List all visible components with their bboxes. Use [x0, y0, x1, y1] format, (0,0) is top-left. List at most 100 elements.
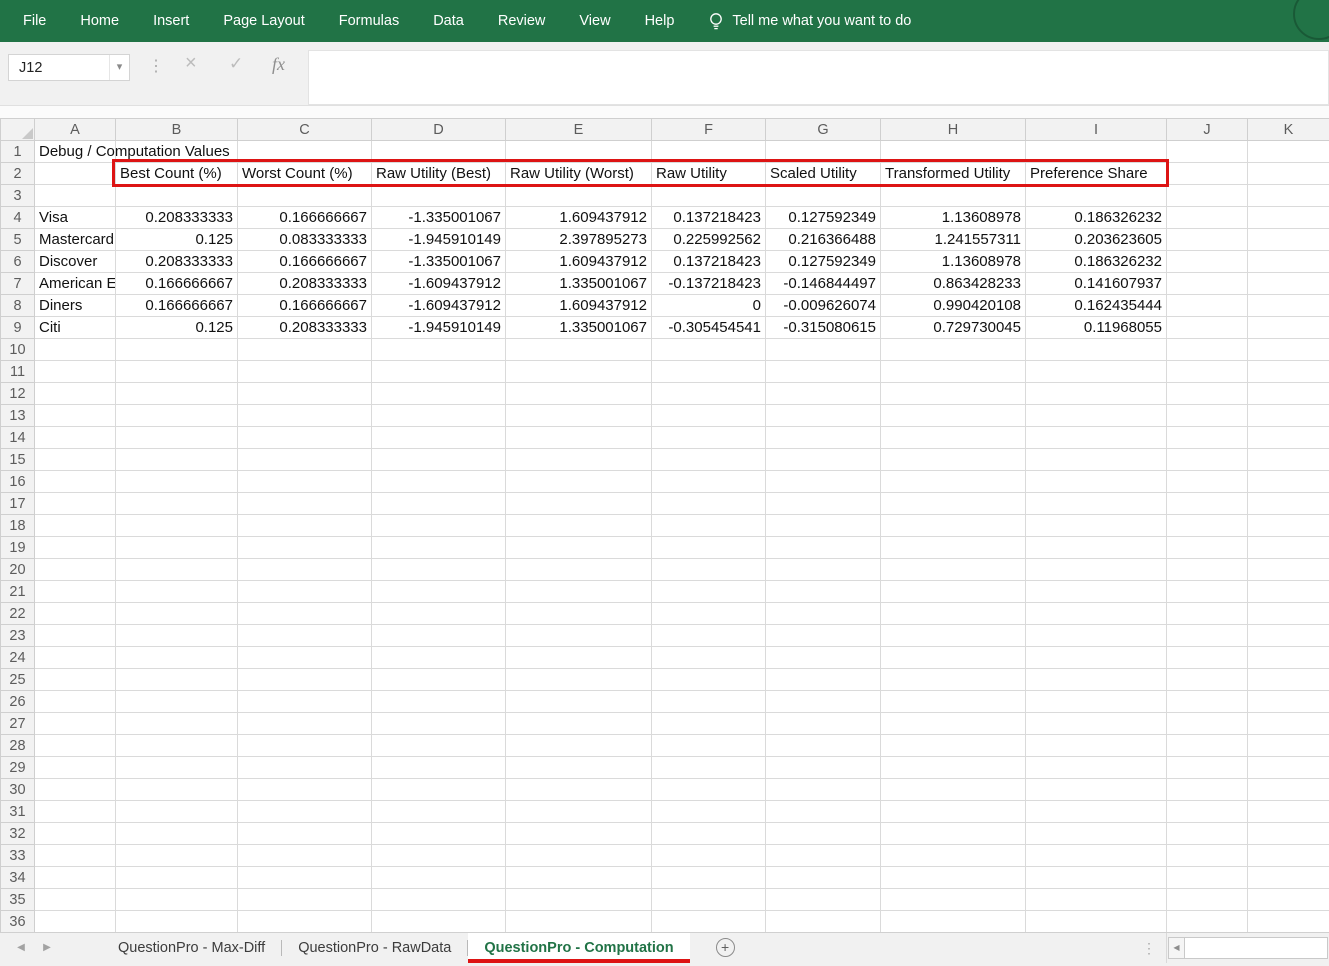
- cell-H17[interactable]: [881, 493, 1026, 515]
- cell-G35[interactable]: [766, 889, 881, 911]
- cell-A6[interactable]: Discover: [35, 251, 116, 273]
- cell-I18[interactable]: [1026, 515, 1167, 537]
- cell-A28[interactable]: [35, 735, 116, 757]
- cell-E25[interactable]: [506, 669, 652, 691]
- cell-E34[interactable]: [506, 867, 652, 889]
- cell-H8[interactable]: 0.990420108: [881, 295, 1026, 317]
- cell-F28[interactable]: [652, 735, 766, 757]
- row-header-5[interactable]: 5: [1, 229, 35, 251]
- cell-F14[interactable]: [652, 427, 766, 449]
- cell-K12[interactable]: [1248, 383, 1329, 405]
- cell-H15[interactable]: [881, 449, 1026, 471]
- cell-G18[interactable]: [766, 515, 881, 537]
- cell-B5[interactable]: 0.125: [116, 229, 238, 251]
- cell-C25[interactable]: [238, 669, 372, 691]
- cell-B8[interactable]: 0.166666667: [116, 295, 238, 317]
- cell-B32[interactable]: [116, 823, 238, 845]
- cell-G25[interactable]: [766, 669, 881, 691]
- cell-F8[interactable]: 0: [652, 295, 766, 317]
- cell-B19[interactable]: [116, 537, 238, 559]
- cell-B3[interactable]: [116, 185, 238, 207]
- cell-H29[interactable]: [881, 757, 1026, 779]
- ribbon-tab-home[interactable]: Home: [63, 0, 136, 42]
- cell-B6[interactable]: 0.208333333: [116, 251, 238, 273]
- cell-B7[interactable]: 0.166666667: [116, 273, 238, 295]
- cell-A12[interactable]: [35, 383, 116, 405]
- cell-J17[interactable]: [1167, 493, 1248, 515]
- cell-F18[interactable]: [652, 515, 766, 537]
- cell-E28[interactable]: [506, 735, 652, 757]
- cell-K11[interactable]: [1248, 361, 1329, 383]
- cell-C8[interactable]: 0.166666667: [238, 295, 372, 317]
- cell-E14[interactable]: [506, 427, 652, 449]
- cell-A21[interactable]: [35, 581, 116, 603]
- cell-K17[interactable]: [1248, 493, 1329, 515]
- cell-B12[interactable]: [116, 383, 238, 405]
- cell-E2[interactable]: Raw Utility (Worst): [506, 163, 652, 185]
- cell-K20[interactable]: [1248, 559, 1329, 581]
- cell-F25[interactable]: [652, 669, 766, 691]
- cell-K4[interactable]: [1248, 207, 1329, 229]
- cell-A15[interactable]: [35, 449, 116, 471]
- cell-H35[interactable]: [881, 889, 1026, 911]
- cell-D12[interactable]: [372, 383, 506, 405]
- sheet-nav-left-arrow[interactable]: ◀: [8, 933, 34, 963]
- cell-H25[interactable]: [881, 669, 1026, 691]
- cell-A16[interactable]: [35, 471, 116, 493]
- row-header-3[interactable]: 3: [1, 185, 35, 207]
- cell-F33[interactable]: [652, 845, 766, 867]
- cell-D3[interactable]: [372, 185, 506, 207]
- cell-K31[interactable]: [1248, 801, 1329, 823]
- row-header-35[interactable]: 35: [1, 889, 35, 911]
- insert-function-icon[interactable]: fx: [272, 54, 285, 75]
- enter-icon[interactable]: ✓: [229, 54, 243, 74]
- cell-H27[interactable]: [881, 713, 1026, 735]
- cell-F10[interactable]: [652, 339, 766, 361]
- cell-J8[interactable]: [1167, 295, 1248, 317]
- cell-K5[interactable]: [1248, 229, 1329, 251]
- cell-H34[interactable]: [881, 867, 1026, 889]
- column-header-E[interactable]: E: [506, 119, 652, 141]
- row-header-16[interactable]: 16: [1, 471, 35, 493]
- cell-B30[interactable]: [116, 779, 238, 801]
- cell-E32[interactable]: [506, 823, 652, 845]
- cell-D33[interactable]: [372, 845, 506, 867]
- cell-G17[interactable]: [766, 493, 881, 515]
- column-header-J[interactable]: J: [1167, 119, 1248, 141]
- cell-E16[interactable]: [506, 471, 652, 493]
- cell-A7[interactable]: American Express: [35, 273, 116, 295]
- cell-F32[interactable]: [652, 823, 766, 845]
- cell-H13[interactable]: [881, 405, 1026, 427]
- cell-H16[interactable]: [881, 471, 1026, 493]
- cell-G24[interactable]: [766, 647, 881, 669]
- cell-G7[interactable]: -0.146844497: [766, 273, 881, 295]
- cell-I33[interactable]: [1026, 845, 1167, 867]
- cell-A22[interactable]: [35, 603, 116, 625]
- cell-J33[interactable]: [1167, 845, 1248, 867]
- cell-K10[interactable]: [1248, 339, 1329, 361]
- scroll-track[interactable]: [1185, 937, 1328, 959]
- row-header-19[interactable]: 19: [1, 537, 35, 559]
- cell-J24[interactable]: [1167, 647, 1248, 669]
- cell-E15[interactable]: [506, 449, 652, 471]
- cell-E20[interactable]: [506, 559, 652, 581]
- cell-B35[interactable]: [116, 889, 238, 911]
- cell-E27[interactable]: [506, 713, 652, 735]
- cell-D18[interactable]: [372, 515, 506, 537]
- cell-K7[interactable]: [1248, 273, 1329, 295]
- cell-B36[interactable]: [116, 911, 238, 933]
- cell-A33[interactable]: [35, 845, 116, 867]
- cell-H33[interactable]: [881, 845, 1026, 867]
- cell-I23[interactable]: [1026, 625, 1167, 647]
- cell-I17[interactable]: [1026, 493, 1167, 515]
- cell-J21[interactable]: [1167, 581, 1248, 603]
- cell-F5[interactable]: 0.225992562: [652, 229, 766, 251]
- cell-J2[interactable]: [1167, 163, 1248, 185]
- cell-H36[interactable]: [881, 911, 1026, 933]
- cell-J6[interactable]: [1167, 251, 1248, 273]
- cell-J29[interactable]: [1167, 757, 1248, 779]
- cell-C3[interactable]: [238, 185, 372, 207]
- cell-D23[interactable]: [372, 625, 506, 647]
- row-header-20[interactable]: 20: [1, 559, 35, 581]
- cell-C1[interactable]: [238, 141, 372, 163]
